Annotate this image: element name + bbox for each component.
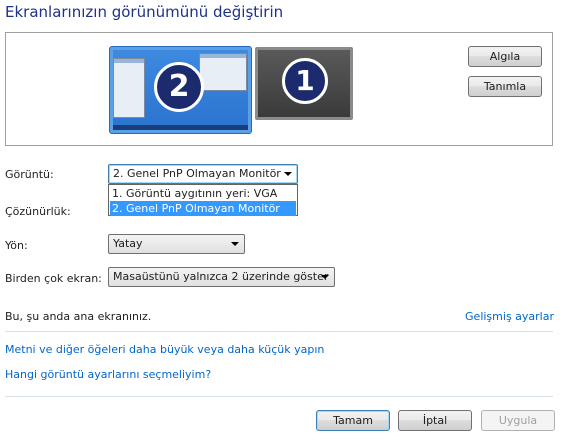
display-label: Görüntü: [5, 168, 54, 181]
dropdown-option[interactable]: 1. Görüntü aygıtının yeri: VGA [110, 186, 296, 201]
dropdown-option-selected[interactable]: 2. Genel PnP Olmayan Monitör [110, 201, 296, 216]
monitor-1[interactable]: 1 [255, 47, 353, 120]
monitor-preview-area: 2 1 Algıla Tanımla [5, 32, 553, 146]
orientation-select[interactable]: Yatay [108, 234, 245, 254]
multiple-displays-select[interactable]: Masaüstünü yalnızca 2 üzerinde göster [108, 267, 335, 287]
advanced-settings-link[interactable]: Gelişmiş ayarlar [465, 310, 554, 323]
monitor-number-badge: 1 [282, 58, 328, 104]
chevron-down-icon [284, 172, 292, 176]
multiple-displays-label: Birden çok ekran: [5, 272, 102, 285]
ok-button[interactable]: Tamam [316, 410, 390, 431]
orientation-label: Yön: [5, 239, 28, 252]
text-size-link[interactable]: Metni ve diğer öğeleri daha büyük veya d… [5, 343, 324, 356]
mini-window-icon [199, 53, 247, 91]
divider [5, 396, 553, 397]
detect-button[interactable]: Algıla [468, 46, 542, 67]
identify-button[interactable]: Tanımla [468, 76, 542, 97]
cancel-button[interactable]: İptal [398, 410, 472, 431]
multiple-displays-select-value: Masaüstünü yalnızca 2 üzerinde göster [113, 270, 329, 283]
monitor-2[interactable]: 2 [110, 47, 251, 133]
taskbar-icon [113, 125, 248, 130]
orientation-select-value: Yatay [113, 237, 143, 250]
divider [5, 331, 553, 332]
chevron-down-icon [231, 242, 239, 246]
apply-button[interactable]: Uygula [481, 410, 555, 431]
display-select[interactable]: 2. Genel PnP Olmayan Monitör [108, 164, 298, 184]
display-select-value: 2. Genel PnP Olmayan Monitör [113, 167, 281, 180]
resolution-label: Çözünürlük: [5, 205, 71, 218]
page-title: Ekranlarınızın görünümünü değiştirin [5, 3, 284, 21]
which-settings-link[interactable]: Hangi görüntü ayarlarını seçmeliyim? [5, 368, 211, 381]
display-dropdown-list: 1. Görüntü aygıtının yeri: VGA 2. Genel … [108, 184, 298, 216]
mini-window-icon [113, 58, 145, 118]
monitor-number-badge: 2 [154, 62, 204, 112]
chevron-down-icon [321, 275, 329, 279]
main-display-status: Bu, şu anda ana ekranınız. [5, 310, 152, 323]
